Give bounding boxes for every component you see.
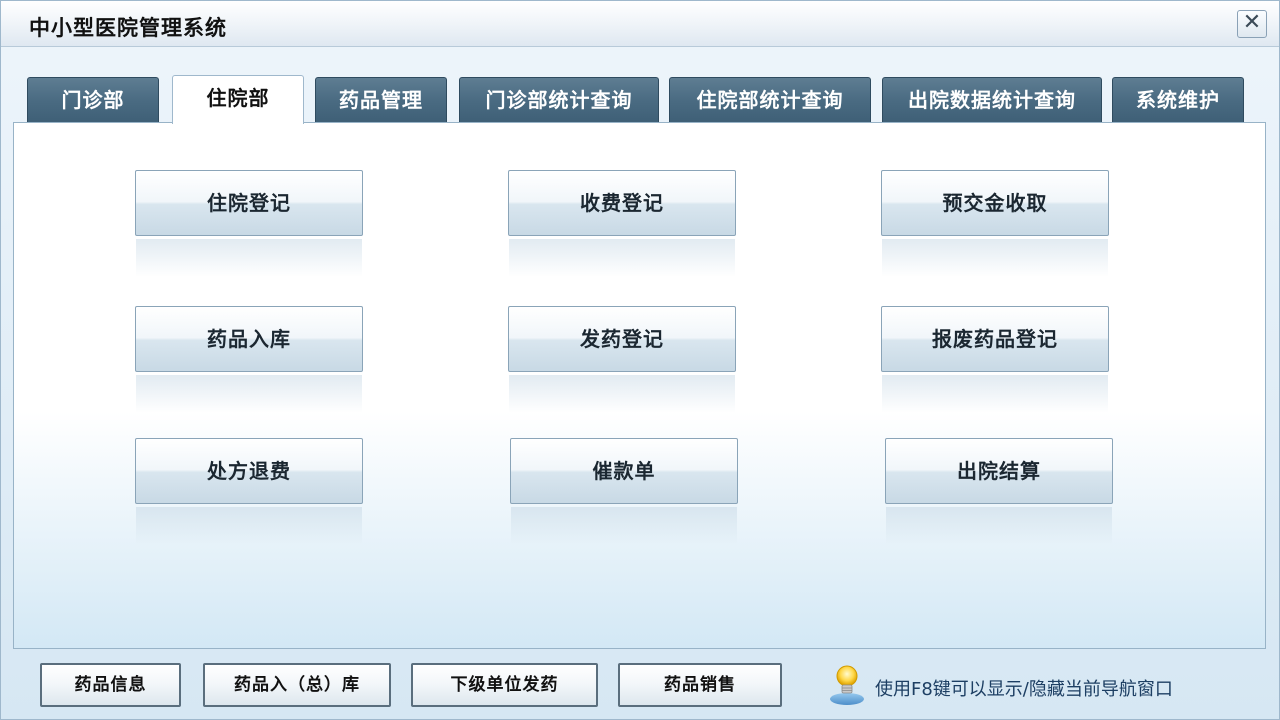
- drug-info-button[interactable]: 药品信息: [40, 663, 181, 707]
- tab-inpatient-stats[interactable]: 住院部统计查询: [669, 77, 871, 123]
- title-bar: 中小型医院管理系统 ✕: [1, 1, 1279, 47]
- subunit-dispensing-button[interactable]: 下级单位发药: [411, 663, 598, 707]
- inpatient-panel: 住院登记 收费登记 预交金收取 药品入库 发药登记 报废药品登记 处方退费 催款…: [13, 122, 1266, 649]
- tab-inpatient[interactable]: 住院部: [172, 75, 304, 124]
- main-window: 中小型医院管理系统 ✕ 门诊部 住院部 药品管理 门诊部统计查询 住院部统计查询…: [0, 0, 1280, 720]
- drug-general-stock-in-button[interactable]: 药品入（总）库: [203, 663, 391, 707]
- tab-drug-management[interactable]: 药品管理: [315, 77, 447, 123]
- admission-registration-button[interactable]: 住院登记: [135, 170, 363, 277]
- deposit-collection-button[interactable]: 预交金收取: [881, 170, 1109, 277]
- tab-discharge-stats[interactable]: 出院数据统计查询: [882, 77, 1102, 123]
- drug-stock-in-button[interactable]: 药品入库: [135, 306, 363, 413]
- close-button[interactable]: ✕: [1237, 10, 1267, 38]
- dispensing-registration-button[interactable]: 发药登记: [508, 306, 736, 413]
- lightbulb-icon: [830, 665, 864, 705]
- tab-system-maintenance[interactable]: 系统维护: [1112, 77, 1244, 123]
- hint-text: 使用F8键可以显示/隐藏当前导航窗口: [875, 679, 1173, 700]
- close-icon: ✕: [1242, 10, 1262, 35]
- window-title: 中小型医院管理系统: [29, 16, 227, 40]
- tab-outpatient[interactable]: 门诊部: [27, 77, 159, 123]
- tab-bar: 门诊部 住院部 药品管理 门诊部统计查询 住院部统计查询 出院数据统计查询 系统…: [27, 75, 1257, 124]
- discharge-settlement-button[interactable]: 出院结算: [885, 438, 1113, 545]
- f8-hint: 使用F8键可以显示/隐藏当前导航窗口: [827, 663, 1267, 707]
- drug-sales-button: 药品销售: [618, 663, 782, 707]
- tab-outpatient-stats[interactable]: 门诊部统计查询: [459, 77, 659, 123]
- payment-reminder-button[interactable]: 催款单: [510, 438, 738, 545]
- scrapped-drug-registration-button[interactable]: 报废药品登记: [881, 306, 1109, 413]
- prescription-refund-button[interactable]: 处方退费: [135, 438, 363, 545]
- fee-registration-button[interactable]: 收费登记: [508, 170, 736, 277]
